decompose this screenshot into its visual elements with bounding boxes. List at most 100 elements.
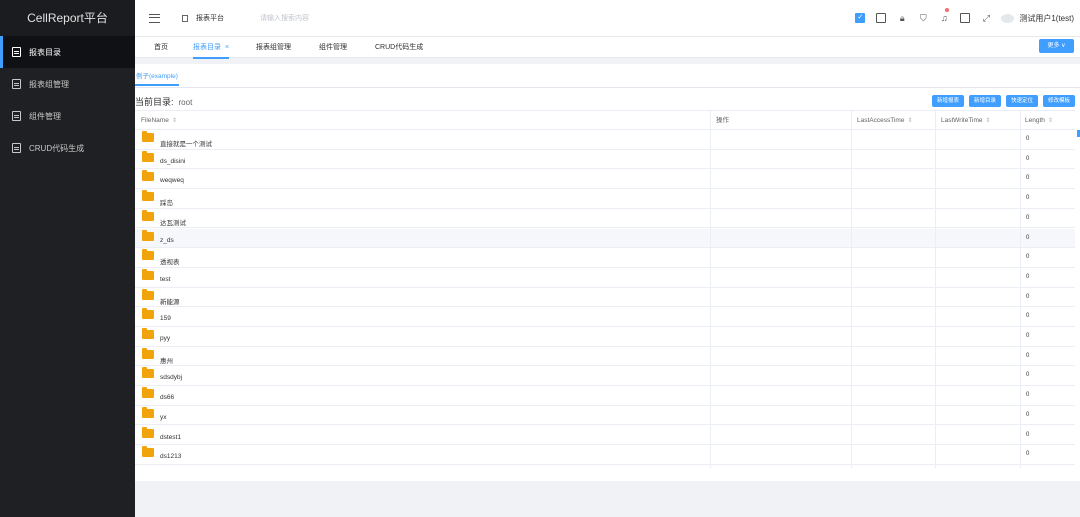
file-length: 0: [1026, 372, 1030, 379]
table-row[interactable]: 新能源 0: [135, 288, 1075, 308]
quick-locate-button[interactable]: 快速定位: [1005, 95, 1038, 107]
sidebar-item-report-group[interactable]: 报表组管理: [0, 68, 135, 100]
document-icon: [12, 47, 21, 57]
folder-icon[interactable]: [142, 288, 154, 300]
file-name[interactable]: dstest1: [160, 434, 181, 441]
current-directory-label: 当前目录:: [135, 97, 174, 107]
column-last-write-time[interactable]: LastWriteTime ⇕: [941, 111, 991, 130]
folder-icon[interactable]: [142, 131, 154, 142]
bell-icon[interactable]: ♫: [939, 8, 950, 23]
file-name[interactable]: 新能源: [160, 296, 180, 306]
file-name[interactable]: test: [160, 276, 170, 283]
sort-icon[interactable]: ⇕: [907, 118, 912, 124]
table-row[interactable]: 踩岛 0: [135, 189, 1075, 209]
file-name[interactable]: 159: [160, 315, 171, 322]
sort-icon[interactable]: ⇕: [986, 118, 991, 124]
file-name[interactable]: 惠州: [160, 355, 173, 365]
more-button[interactable]: 更多 ∨: [1039, 39, 1074, 53]
user-menu[interactable]: 测试用户1(test): [1001, 13, 1074, 24]
column-last-access-time[interactable]: LastAccessTime ⇕: [857, 111, 912, 130]
table-row[interactable]: yx 0: [135, 406, 1075, 426]
table-row[interactable]: 直接就是一个测试 0: [135, 130, 1075, 150]
file-length: 0: [1026, 431, 1030, 438]
avatar: [1001, 13, 1015, 23]
file-length: 0: [1026, 411, 1030, 418]
app-title: CellReport平台: [0, 0, 135, 36]
file-name[interactable]: ds1213: [160, 453, 181, 460]
file-name[interactable]: 达瓦测试: [160, 217, 186, 227]
new-directory-button[interactable]: 新增目录: [968, 95, 1001, 107]
file-name[interactable]: z_ds: [160, 237, 174, 244]
table-row[interactable]: ds_disini 0: [135, 150, 1075, 170]
sidebar-item-crud[interactable]: CRUD代码生成: [0, 132, 135, 164]
tab-report-group[interactable]: 报表组管理: [256, 37, 291, 59]
table-row[interactable]: z_ds 0: [135, 228, 1075, 249]
new-report-button[interactable]: 新增报表: [931, 95, 964, 107]
folder-icon[interactable]: [142, 229, 154, 241]
folder-icon[interactable]: [142, 387, 154, 399]
file-length: 0: [1026, 392, 1030, 399]
file-name[interactable]: weqweq: [160, 177, 184, 184]
folder-icon[interactable]: [142, 249, 154, 261]
column-label: Length: [1025, 117, 1045, 124]
folder-icon[interactable]: [142, 308, 154, 320]
table-row[interactable]: ds1213 0: [135, 445, 1075, 465]
table-row[interactable]: test 0: [135, 268, 1075, 288]
file-length: 0: [1026, 155, 1030, 162]
sidebar-item-label: 报表组管理: [29, 79, 69, 89]
folder-icon[interactable]: [142, 150, 154, 162]
fullscreen-icon[interactable]: ⤢: [981, 13, 991, 23]
sort-icon[interactable]: ⇕: [1048, 118, 1053, 124]
shirt-icon[interactable]: ⛉: [918, 13, 928, 23]
table-row[interactable]: sdsdybj 0: [135, 366, 1075, 387]
tab-home[interactable]: 首页: [154, 37, 168, 59]
tab-crud[interactable]: CRUD代码生成: [375, 37, 423, 59]
table-row[interactable]: weqweq 0: [135, 169, 1075, 190]
menu-toggle-icon[interactable]: [149, 13, 160, 23]
folder-icon[interactable]: [142, 209, 154, 221]
table-row[interactable]: pyy 0: [135, 327, 1075, 347]
table-row[interactable]: 惠州 0: [135, 347, 1075, 367]
table-row[interactable]: dstest1 0: [135, 426, 1075, 446]
sidebar-item-report-directory[interactable]: 报表目录: [0, 36, 135, 68]
column-divider: [710, 111, 711, 468]
folder-icon[interactable]: [142, 328, 154, 339]
file-name[interactable]: ds66: [160, 394, 174, 401]
lock-icon[interactable]: 🔒︎: [897, 13, 907, 23]
folder-icon[interactable]: [142, 190, 154, 202]
table-row[interactable]: 159 0: [135, 307, 1075, 327]
file-name[interactable]: sdsdybj: [160, 374, 182, 381]
folder-icon[interactable]: [142, 347, 154, 359]
tab-report-directory[interactable]: 报表目录 ×: [193, 37, 230, 59]
search-input[interactable]: 请输入搜索内容: [260, 13, 309, 23]
folder-icon[interactable]: [142, 170, 154, 182]
folder-icon[interactable]: [142, 268, 154, 280]
file-name[interactable]: pyy: [160, 335, 170, 342]
document-icon: [12, 111, 21, 121]
tab-example[interactable]: 例子(example): [135, 70, 179, 86]
column-filename[interactable]: FileName ⇕: [141, 111, 177, 130]
theme-select-icon[interactable]: ✓: [855, 13, 866, 23]
file-name[interactable]: 踩岛: [160, 197, 173, 207]
close-icon[interactable]: ×: [225, 44, 229, 51]
sort-icon[interactable]: ⇕: [172, 118, 177, 124]
sidebar-item-component[interactable]: 组件管理: [0, 100, 135, 132]
language-icon[interactable]: [960, 13, 971, 23]
file-name[interactable]: 透视表: [160, 256, 180, 266]
main-panel: 例子(example) 当前目录: root 新增报表 新增目录 快速定位 修改模…: [135, 64, 1080, 481]
table-row[interactable]: 透视表 0: [135, 248, 1075, 268]
folder-icon[interactable]: [142, 446, 154, 458]
folder-icon[interactable]: [142, 367, 154, 379]
edit-template-button[interactable]: 修改模板: [1042, 95, 1075, 107]
screenshot-icon[interactable]: [876, 13, 887, 23]
folder-icon[interactable]: [142, 406, 154, 418]
table-row[interactable]: 达瓦测试 0: [135, 209, 1075, 229]
column-length[interactable]: Length ⇕: [1025, 111, 1053, 130]
table-row[interactable]: ds66 0: [135, 386, 1075, 406]
file-name[interactable]: yx: [160, 414, 167, 421]
folder-icon[interactable]: [142, 426, 154, 438]
file-name[interactable]: 直接就是一个测试: [160, 138, 212, 148]
sidebar-item-label: 报表目录: [29, 47, 61, 57]
tab-component[interactable]: 组件管理: [319, 37, 347, 59]
file-name[interactable]: ds_disini: [160, 158, 185, 165]
